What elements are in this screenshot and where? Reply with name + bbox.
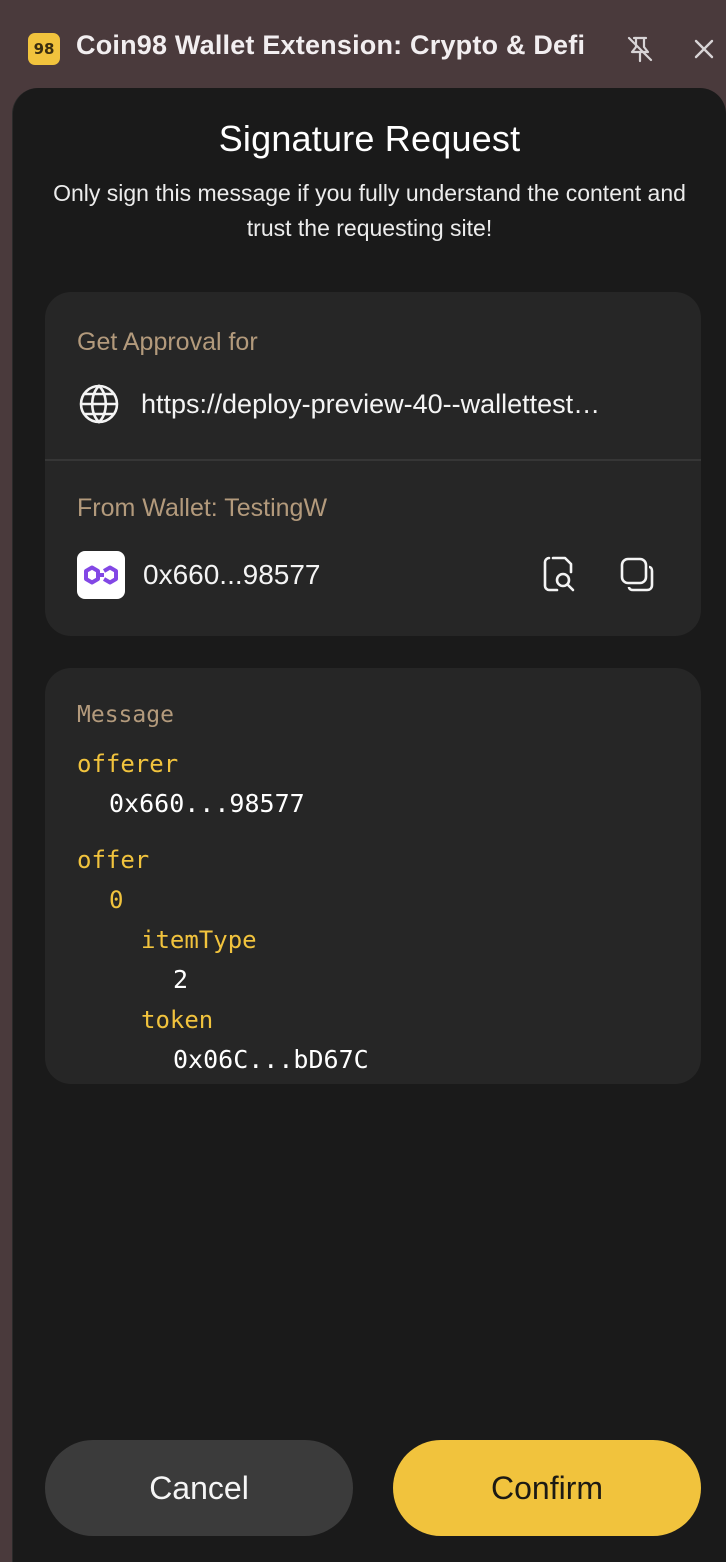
message-value-token: 0x06C...bD67C	[173, 1045, 369, 1074]
page-title: Signature Request	[218, 118, 521, 159]
message-key-token: token	[141, 1006, 214, 1034]
cancel-button[interactable]: Cancel	[45, 1440, 353, 1536]
confirm-button[interactable]: Confirm	[393, 1440, 701, 1536]
wallet-label: From Wallet: TestingW	[77, 494, 328, 522]
approval-card: Get Approval for https://deploy-preview-…	[45, 292, 701, 636]
message-key-offer: offer	[77, 846, 150, 874]
copy-icon[interactable]	[617, 554, 657, 594]
polygon-logo-icon	[77, 551, 125, 599]
window-title: Coin98 Wallet Extension: Crypto & Defi	[76, 30, 586, 60]
explorer-search-icon[interactable]	[539, 554, 579, 594]
close-icon[interactable]	[690, 35, 718, 63]
globe-icon	[79, 384, 119, 424]
card-divider	[45, 459, 701, 461]
message-value-itemtype: 2	[173, 965, 189, 994]
approval-label: Get Approval for	[77, 328, 258, 356]
window-titlebar: 98 Coin98 Wallet Extension: Crypto & Def…	[0, 0, 726, 96]
signature-request-panel: Signature Request Only sign this message…	[12, 88, 726, 1562]
message-key-offer-index: 0	[109, 886, 124, 914]
unpin-icon[interactable]	[624, 33, 656, 65]
coin98-logo-icon: 98	[28, 33, 60, 65]
message-label: Message	[77, 702, 174, 728]
message-key-itemtype: itemType	[141, 926, 257, 954]
wallet-row: 0x660...98577	[77, 551, 321, 599]
message-card[interactable]: Message offerer 0x660...98577 offer 0 it…	[45, 668, 701, 1084]
message-value-offerer: 0x660...98577	[109, 789, 305, 818]
site-url: https://deploy-preview-40--wallettest…	[141, 388, 601, 419]
page-subtitle: Only sign this message if you fully unde…	[53, 180, 686, 241]
wallet-address: 0x660...98577	[143, 559, 321, 590]
message-key-offerer: offerer	[77, 750, 179, 778]
site-url-row: https://deploy-preview-40--wallettest…	[77, 382, 669, 426]
